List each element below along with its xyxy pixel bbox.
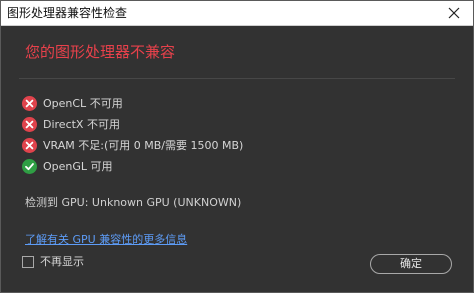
check-label-directx: DirectX 不可用 [43,117,120,133]
check-row-opencl: OpenCL 不可用 [22,95,442,113]
check-name: DirectX [43,118,84,131]
check-label-opencl: OpenCL 不可用 [43,96,123,112]
window-title: 图形处理器兼容性检查 [7,6,128,20]
incompatible-heading: 您的图形处理器不兼容 [25,43,176,61]
check-row-opengl: OpenGL 可用 [22,158,442,176]
dont-show-again-label: 不再显示 [40,255,84,268]
check-name: VRAM [43,139,75,152]
check-name: OpenGL [43,160,88,173]
check-status: 可用 [90,160,113,173]
error-x-circle-icon [22,138,37,153]
divider [19,78,455,79]
check-status: 不可用 [89,97,123,110]
dont-show-again-checkbox[interactable] [22,256,34,268]
title-bar: 图形处理器兼容性检查 [1,1,473,26]
detected-gpu: 检测到 GPU: Unknown GPU (UNKNOWN) [25,195,241,211]
check-label-vram: VRAM 不足:(可用 0 MB/需要 1500 MB) [43,138,243,154]
detected-gpu-value: Unknown GPU (UNKNOWN) [91,196,242,209]
error-x-circle-icon [22,96,37,111]
check-row-vram: VRAM 不足:(可用 0 MB/需要 1500 MB) [22,137,442,155]
close-icon [448,7,460,19]
learn-more-link[interactable]: 了解有关 GPU 兼容性的更多信息 [25,232,187,248]
check-label-opengl: OpenGL 可用 [43,159,113,175]
check-name: OpenCL [43,97,87,110]
ok-button[interactable]: 确定 [370,254,452,274]
error-x-circle-icon [22,117,37,132]
detected-gpu-label: 检测到 GPU: [25,196,89,209]
check-status: 不足:(可用 0 MB/需要 1500 MB) [78,139,244,152]
check-row-directx: DirectX 不可用 [22,116,442,134]
check-status: 不可用 [86,118,120,131]
close-button[interactable] [437,1,471,25]
gpu-compatibility-dialog: 图形处理器兼容性检查 您的图形处理器不兼容 OpenCL 不可用 DirectX… [0,0,474,293]
check-circle-icon [22,159,37,174]
